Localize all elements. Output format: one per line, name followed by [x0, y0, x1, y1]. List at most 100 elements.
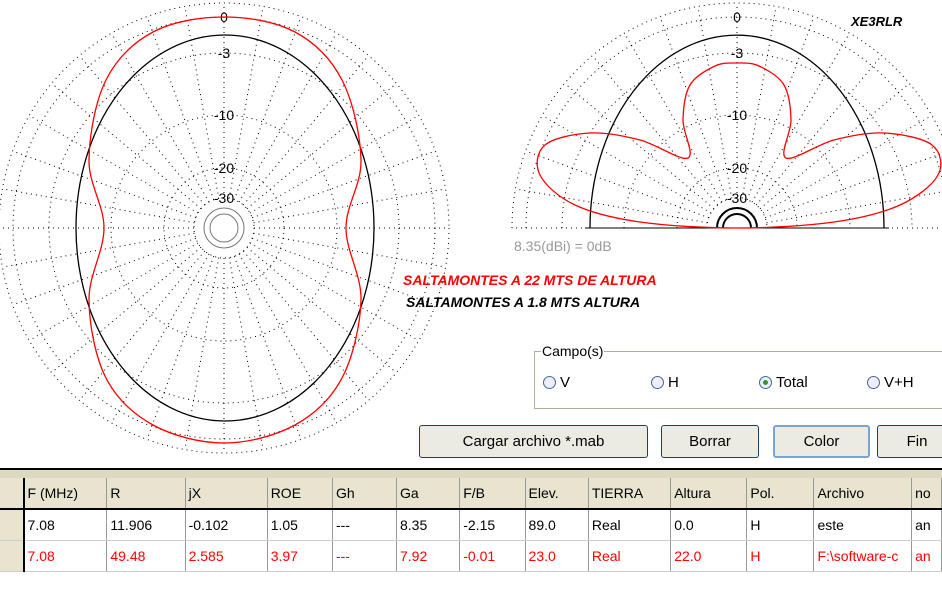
table-cell: Real [588, 509, 672, 541]
table-cell: 22.0 [670, 540, 748, 572]
table-cell: 0.0 [670, 509, 748, 541]
column-header: Archivo [813, 478, 913, 510]
column-header: jX [185, 478, 268, 510]
table-cell: 23.0 [525, 540, 589, 572]
table-cell: 2.585 [185, 540, 268, 572]
table-header[interactable]: F (MHz) RjX ROE Gh Ga F/B Elev. TIERRA Altura Pol… [0, 478, 942, 510]
left-polar-spoke [111, 32, 210, 203]
left-polar-spoke [28, 242, 199, 341]
right-polar-ring-label: -20 [727, 160, 747, 176]
radio-total[interactable]: Total [759, 374, 808, 391]
table-cell: 7.08 [23, 509, 108, 541]
right-polar-core [722, 213, 752, 229]
right-polar-spoke [541, 115, 712, 214]
table-cell: F:\software-c [813, 540, 913, 572]
table-cell: 1.05 [267, 509, 333, 541]
column-header: Altura [670, 478, 748, 510]
table-cell: 3.97 [267, 540, 333, 572]
table-cell: --- [332, 509, 397, 541]
table-row[interactable]: 7.08 49.48 2.585 3.97 --- 7.92 -0.01 23.0 Real 22… [0, 540, 942, 572]
column-header: Ga [396, 478, 461, 510]
left-polar-spoke [28, 115, 199, 214]
table-cell: -0.102 [185, 509, 268, 541]
right-polar-spoke [762, 115, 933, 214]
left-polar-spoke [111, 253, 210, 424]
left-polar-spoke [51, 82, 202, 210]
table-cell: --- [332, 540, 397, 572]
left-polar-spoke [2, 188, 195, 224]
load-file-button[interactable]: Cargar archivo *.mab [419, 425, 648, 458]
right-polar-spoke [591, 55, 719, 206]
end-button[interactable]: Fin [877, 425, 942, 458]
radio-v[interactable]: V [543, 374, 570, 391]
table-row[interactable]: 7.08 11.906 -0.102 1.05 --- 8.35 -2.15 89.0 Real… [0, 509, 942, 541]
left-polar-spoke [2, 232, 195, 268]
table-cell: 8.35 [396, 509, 461, 541]
radio-h[interactable]: H [651, 374, 679, 391]
right-polar-spoke [515, 188, 708, 224]
left-polar-spoke [233, 16, 302, 200]
color-button[interactable]: Color [773, 425, 870, 458]
left-polar-spoke [246, 246, 397, 374]
table-cell: H [746, 540, 815, 572]
radio-v-plus-h[interactable]: V+H [867, 374, 914, 391]
left-polar-core [209, 213, 239, 243]
column-header: Pol. [746, 478, 815, 510]
table-cell: an [911, 540, 942, 572]
left-polar-ring [193, 197, 255, 259]
table-cell: 11.906 [106, 509, 186, 541]
row-header[interactable] [0, 509, 25, 541]
column-header: F/B [459, 478, 526, 510]
table-cell: 49.48 [106, 540, 186, 572]
table-cell: este [813, 509, 913, 541]
row-header[interactable] [0, 478, 25, 510]
column-header: R [106, 478, 186, 510]
column-header: ROE [267, 478, 333, 510]
right-polar-spoke [751, 32, 850, 203]
right-polar-spoke [624, 32, 723, 203]
column-header: TIERRA [588, 478, 672, 510]
left-polar-spoke [242, 250, 370, 401]
left-polar-ring [163, 167, 285, 289]
table-cell: 89.0 [525, 509, 589, 541]
right-polar-ring-label: -10 [727, 107, 747, 123]
left-polar-spoke [78, 250, 206, 401]
column-header: Elev. [525, 478, 589, 510]
right-polar-spoke [525, 150, 709, 219]
column-header: F (MHz) [23, 478, 108, 510]
left-polar-spoke [252, 150, 436, 219]
table-cell: -0.01 [459, 540, 526, 572]
left-polar-spoke [242, 55, 370, 206]
legend-black: SALTAMONTES A 1.8 MTS ALTURA [406, 294, 641, 310]
right-polar-spoke [755, 55, 883, 206]
table-cell: 7.92 [396, 540, 461, 572]
left-polar-ring [110, 114, 338, 342]
left-polar-spoke [51, 246, 202, 374]
table-cell: -2.15 [459, 509, 526, 541]
clear-button[interactable]: Borrar [661, 425, 759, 458]
table-cell: H [746, 509, 815, 541]
left-polar-ring-label: -10 [214, 107, 234, 123]
table-cell: Real [588, 540, 672, 572]
left-pattern-red [88, 16, 362, 444]
left-polar-spoke [246, 82, 397, 210]
left-polar-spoke [78, 55, 206, 206]
row-header[interactable] [0, 540, 25, 572]
left-polar-spoke [12, 237, 196, 306]
legend-red: SALTAMONTES A 22 MTS DE ALTURA [403, 272, 657, 288]
left-polar-ring-label: -30 [214, 190, 234, 206]
callsign-label: XE3RLR [851, 14, 903, 29]
right-polar-ring-label: -30 [727, 190, 747, 206]
right-polar-ring-label: 0 [733, 9, 741, 25]
field-selector-title: Campo(s) [541, 343, 605, 359]
left-polar-spoke [12, 150, 196, 219]
left-polar-spoke [233, 256, 302, 440]
left-polar-ring [0, 2, 450, 454]
left-polar-spoke [249, 115, 420, 214]
right-polar-spoke [564, 82, 715, 210]
field-selector: Campo(s) V H Total V+H [534, 343, 942, 409]
left-polar-spoke [249, 242, 420, 341]
left-polar-ring-label: -20 [214, 160, 234, 176]
right-polar-ring-label: -3 [731, 45, 744, 61]
table-cell: an [911, 509, 942, 541]
